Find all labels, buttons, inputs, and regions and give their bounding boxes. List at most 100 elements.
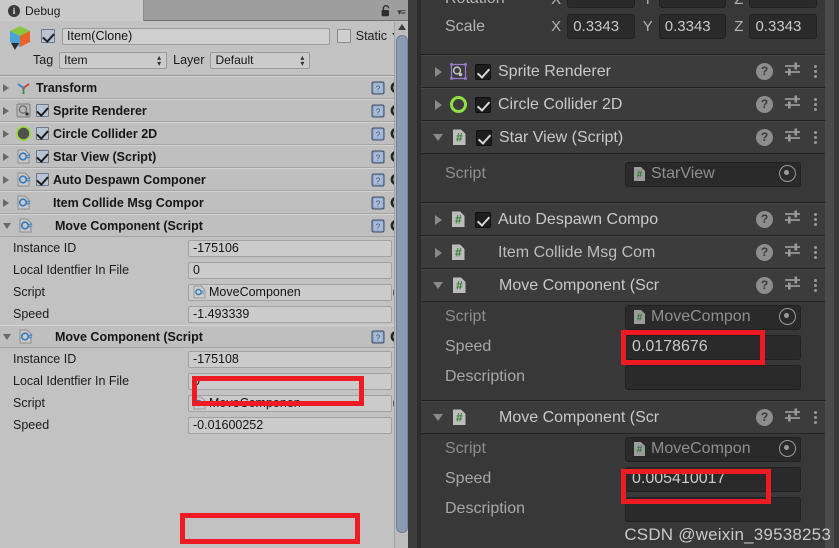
component-row-auto-despawn[interactable]: # Auto Despawn Componer ?: [0, 168, 408, 191]
gameobject-name-input[interactable]: Item(Clone): [62, 27, 330, 45]
tab-debug[interactable]: i Debug: [0, 0, 144, 21]
component-row-sprite-renderer[interactable]: Sprite Renderer ?: [0, 99, 408, 122]
instance-id-field[interactable]: -175108: [188, 350, 392, 368]
gameobject-enabled-checkbox[interactable]: [41, 29, 55, 43]
kebab-menu-icon[interactable]: [813, 246, 817, 259]
expand-arrow-icon[interactable]: [435, 66, 442, 77]
kebab-menu-icon[interactable]: [813, 279, 817, 292]
panel-menu-icon[interactable]: ▾≡: [397, 7, 406, 18]
object-picker-icon[interactable]: [779, 164, 796, 182]
component-row-circle-collider-2d[interactable]: Circle Collider 2D ?: [421, 88, 825, 121]
help-book-icon[interactable]: ?: [371, 196, 385, 210]
kebab-menu-icon[interactable]: [813, 98, 817, 111]
collapse-arrow-icon[interactable]: [433, 134, 443, 141]
component-row-star-view[interactable]: # Star View (Script) ?: [0, 145, 408, 168]
help-icon[interactable]: ?: [756, 409, 773, 426]
expand-arrow-icon[interactable]: [3, 198, 9, 207]
lock-icon[interactable]: [381, 4, 391, 17]
component-enabled-checkbox[interactable]: [36, 127, 49, 140]
help-icon[interactable]: ?: [756, 211, 773, 228]
preset-icon[interactable]: [784, 94, 802, 115]
preset-icon[interactable]: [784, 242, 802, 263]
help-book-icon[interactable]: ?: [371, 219, 385, 233]
help-icon[interactable]: ?: [756, 63, 773, 80]
collapse-arrow-icon[interactable]: [433, 282, 443, 289]
help-book-icon[interactable]: ?: [371, 330, 385, 344]
rotation-y-field[interactable]: 0: [658, 0, 727, 8]
expand-arrow-icon[interactable]: [3, 106, 9, 115]
script-object-field[interactable]: # MoveComponen: [188, 394, 392, 412]
rotation-z-field[interactable]: 0: [749, 0, 818, 8]
preset-icon[interactable]: [784, 407, 802, 428]
component-row-auto-despawn[interactable]: # Auto Despawn Compo ?: [421, 203, 825, 236]
expand-arrow-icon[interactable]: [435, 99, 442, 110]
scale-x-field[interactable]: 0.3343: [567, 14, 635, 39]
help-icon[interactable]: ?: [756, 277, 773, 294]
component-enabled-checkbox[interactable]: [476, 129, 492, 146]
component-row-move-component-1[interactable]: # Move Component (Script ?: [0, 214, 408, 237]
preset-icon[interactable]: [784, 61, 802, 82]
help-book-icon[interactable]: ?: [371, 81, 385, 95]
component-enabled-checkbox[interactable]: [475, 63, 491, 80]
scrollbar-thumb[interactable]: [396, 35, 408, 533]
layer-dropdown[interactable]: Default ▴ ▾: [210, 51, 311, 69]
description-field[interactable]: [625, 364, 801, 390]
object-picker-icon[interactable]: [779, 439, 796, 457]
preset-icon[interactable]: [784, 209, 802, 230]
component-row-move-component-2[interactable]: # Move Component (Script ?: [0, 325, 408, 348]
component-enabled-checkbox[interactable]: [475, 211, 491, 228]
script-object-field[interactable]: # StarView: [625, 161, 801, 187]
speed-field[interactable]: -1.493339: [188, 305, 392, 323]
help-book-icon[interactable]: ?: [371, 104, 385, 118]
component-enabled-checkbox[interactable]: [475, 96, 491, 113]
component-row-move-component-2[interactable]: # Move Component (Scr ?: [421, 401, 825, 434]
rotation-x-field[interactable]: 0: [567, 0, 635, 8]
collapse-arrow-icon[interactable]: [433, 414, 443, 421]
kebab-menu-icon[interactable]: [813, 131, 817, 144]
script-object-field[interactable]: # MoveCompon: [625, 304, 801, 330]
component-row-sprite-renderer[interactable]: Sprite Renderer ?: [421, 55, 825, 88]
component-enabled-checkbox[interactable]: [36, 173, 49, 186]
instance-id-field[interactable]: -175106: [188, 239, 392, 257]
local-identifier-field[interactable]: 0: [188, 261, 392, 279]
script-object-field[interactable]: # MoveComponen: [188, 283, 392, 301]
expand-arrow-icon[interactable]: [3, 83, 9, 92]
script-object-field[interactable]: # MoveCompon: [625, 436, 801, 462]
local-identifier-field[interactable]: 0: [188, 372, 392, 390]
component-row-transform[interactable]: Transform ?: [0, 76, 408, 99]
component-row-item-collide-msg[interactable]: # Item Collide Msg Com ?: [421, 236, 825, 269]
static-checkbox[interactable]: [336, 29, 351, 43]
help-book-icon[interactable]: ?: [371, 127, 385, 141]
component-row-item-collide-msg[interactable]: # Item Collide Msg Compor ?: [0, 191, 408, 214]
help-icon[interactable]: ?: [756, 129, 773, 146]
kebab-menu-icon[interactable]: [813, 213, 817, 226]
tag-dropdown[interactable]: Item ▴ ▾: [59, 51, 168, 69]
expand-arrow-icon[interactable]: [435, 214, 442, 225]
scroll-up-arrow-icon[interactable]: [398, 24, 406, 30]
preset-icon[interactable]: [784, 127, 802, 148]
help-book-icon[interactable]: ?: [371, 150, 385, 164]
scale-z-field[interactable]: 0.3343: [749, 14, 818, 39]
component-row-star-view[interactable]: # Star View (Script) ?: [421, 121, 825, 154]
preset-icon[interactable]: [784, 275, 802, 296]
expand-arrow-icon[interactable]: [3, 175, 9, 184]
component-row-move-component-1[interactable]: # Move Component (Scr ?: [421, 269, 825, 302]
expand-arrow-icon[interactable]: [3, 152, 9, 161]
help-icon[interactable]: ?: [756, 96, 773, 113]
collapse-arrow-icon[interactable]: [3, 333, 11, 340]
component-enabled-checkbox[interactable]: [36, 104, 49, 117]
component-enabled-checkbox[interactable]: [36, 150, 49, 163]
help-book-icon[interactable]: ?: [371, 173, 385, 187]
description-field[interactable]: [625, 496, 801, 522]
collapse-arrow-icon[interactable]: [3, 222, 11, 229]
kebab-menu-icon[interactable]: [813, 65, 817, 78]
component-row-circle-collider-2d[interactable]: Circle Collider 2D ?: [0, 122, 408, 145]
expand-arrow-icon[interactable]: [3, 129, 9, 138]
speed-field[interactable]: 0.005410017: [625, 466, 801, 492]
left-panel-scrollbar[interactable]: [394, 22, 408, 548]
speed-field[interactable]: 0.0178676: [625, 334, 801, 360]
speed-field[interactable]: -0.01600252: [188, 416, 392, 434]
help-icon[interactable]: ?: [756, 244, 773, 261]
kebab-menu-icon[interactable]: [813, 411, 817, 424]
object-picker-icon[interactable]: [779, 307, 796, 325]
